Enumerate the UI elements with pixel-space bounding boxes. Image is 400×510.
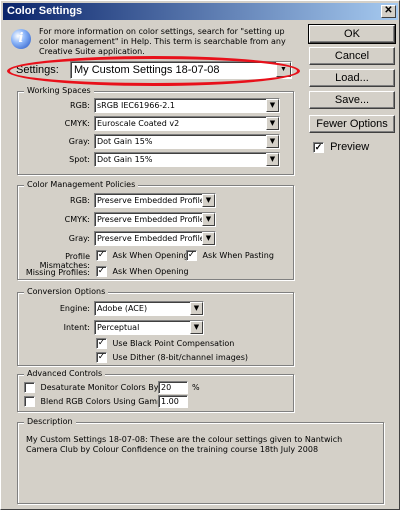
cm-gray-select[interactable]: Preserve Embedded Profiles ▼	[94, 231, 216, 246]
intent-select[interactable]: Perceptual ▼	[94, 320, 204, 335]
color-settings-dialog: Color Settings ✕ i For more information …	[0, 0, 400, 510]
black-point-checkbox[interactable]: ✓	[96, 338, 107, 349]
chevron-down-icon[interactable]: ▼	[266, 117, 279, 130]
blend-gamma-value: 1.00	[161, 397, 179, 406]
window-title: Color Settings	[7, 5, 83, 17]
chevron-down-icon[interactable]: ▼	[190, 321, 203, 334]
dither-row[interactable]: ✓ Use Dither (8-bit/channel images)	[96, 352, 248, 363]
preview-checkbox[interactable]: ✓	[313, 141, 324, 153]
fewer-options-button[interactable]: Fewer Options	[309, 115, 395, 133]
description-text: My Custom Settings 18-07-08: These are t…	[26, 435, 343, 454]
intent-value: Perceptual	[97, 323, 140, 332]
description-title: Description	[24, 417, 76, 426]
ws-spot-select[interactable]: Dot Gain 15% ▼	[94, 152, 280, 167]
blend-label: Blend RGB Colors Using Gamma:	[40, 397, 173, 406]
blend-row[interactable]: Blend RGB Colors Using Gamma:	[24, 396, 172, 407]
ws-rgb-value: sRGB IEC61966-2.1	[97, 101, 176, 110]
cm-cmyk-label: CMYK:	[64, 215, 90, 224]
color-management-group: Color Management Policies RGB: Preserve …	[17, 180, 294, 280]
mismatch-ask-pasting-row[interactable]: ✓ Ask When Pasting	[186, 250, 274, 261]
preview-checkbox-row[interactable]: ✓ Preview	[313, 141, 369, 153]
black-point-label: Use Black Point Compensation	[112, 339, 235, 348]
chevron-down-icon[interactable]: ▼	[266, 135, 279, 148]
cm-rgb-select[interactable]: Preserve Embedded Profiles ▼	[94, 193, 216, 208]
cancel-button-label: Cancel	[334, 50, 370, 62]
chevron-down-icon[interactable]: ▼	[202, 213, 215, 226]
dither-label: Use Dither (8-bit/channel images)	[112, 353, 249, 362]
close-button[interactable]: ✕	[381, 5, 396, 18]
desaturate-row[interactable]: Desaturate Monitor Colors By:	[24, 382, 161, 393]
mismatch-ask-opening-label: Ask When Opening	[112, 251, 189, 260]
engine-value: Adobe (ACE)	[97, 304, 148, 313]
ws-spot-value: Dot Gain 15%	[97, 155, 153, 164]
save-button[interactable]: Save...	[309, 91, 395, 109]
ws-gray-select[interactable]: Dot Gain 15% ▼	[94, 134, 280, 149]
missing-ask-opening-checkbox[interactable]: ✓	[96, 266, 107, 277]
description-group: Description My Custom Settings 18-07-08:…	[17, 417, 384, 504]
save-button-label: Save...	[334, 94, 370, 106]
cm-gray-label: Gray:	[68, 234, 90, 243]
black-point-row[interactable]: ✓ Use Black Point Compensation	[96, 338, 234, 349]
desaturate-value: 20	[161, 383, 172, 392]
ws-cmyk-value: Euroscale Coated v2	[97, 119, 180, 128]
conversion-options-group: Conversion Options Engine: Adobe (ACE) ▼…	[17, 287, 294, 366]
cm-rgb-value: Preserve Embedded Profiles	[97, 196, 209, 205]
cancel-button[interactable]: Cancel	[309, 47, 395, 65]
chevron-down-icon[interactable]: ▼	[266, 153, 279, 166]
advanced-controls-group: Advanced Controls Desaturate Monitor Col…	[17, 369, 294, 412]
missing-ask-opening-label: Ask When Opening	[112, 267, 189, 276]
intent-label: Intent:	[63, 323, 90, 332]
color-management-title: Color Management Policies	[24, 180, 139, 189]
blend-checkbox[interactable]	[24, 396, 35, 407]
percent-unit: %	[192, 383, 200, 392]
ws-gray-label: Gray:	[68, 137, 90, 146]
load-button-label: Load...	[335, 72, 369, 84]
working-spaces-group: Working Spaces RGB: sRGB IEC61966-2.1 ▼ …	[17, 86, 294, 175]
ws-rgb-label: RGB:	[70, 101, 90, 110]
cm-cmyk-value: Preserve Embedded Profiles	[97, 215, 209, 224]
chevron-down-icon[interactable]: ▼	[202, 232, 215, 245]
chevron-down-icon[interactable]: ▼	[266, 99, 279, 112]
info-text: For more information on color settings, …	[39, 27, 286, 56]
ok-button-label: OK	[344, 28, 360, 40]
chevron-down-icon[interactable]: ▼	[190, 302, 203, 315]
load-button[interactable]: Load...	[309, 69, 395, 87]
dither-checkbox[interactable]: ✓	[96, 352, 107, 363]
cm-cmyk-select[interactable]: Preserve Embedded Profiles ▼	[94, 212, 216, 227]
mismatch-ask-opening-row[interactable]: ✓ Ask When Opening	[96, 250, 189, 261]
close-icon: ✕	[384, 5, 393, 16]
desaturate-checkbox[interactable]	[24, 382, 35, 393]
highlight-ellipse	[7, 56, 300, 86]
chevron-down-icon[interactable]: ▼	[202, 194, 215, 207]
ws-gray-value: Dot Gain 15%	[97, 137, 153, 146]
missing-ask-opening-row[interactable]: ✓ Ask When Opening	[96, 266, 189, 277]
cm-gray-value: Preserve Embedded Profiles	[97, 234, 209, 243]
cm-rgb-label: RGB:	[70, 196, 90, 205]
engine-label: Engine:	[59, 304, 90, 313]
working-spaces-title: Working Spaces	[24, 86, 94, 95]
fewer-options-label: Fewer Options	[316, 118, 388, 130]
engine-select[interactable]: Adobe (ACE) ▼	[94, 301, 204, 316]
preview-label: Preview	[330, 141, 370, 153]
ok-button[interactable]: OK	[308, 24, 396, 44]
desaturate-input[interactable]: 20	[158, 381, 188, 394]
title-bar[interactable]: Color Settings ✕	[3, 3, 398, 20]
mismatch-ask-pasting-checkbox[interactable]: ✓	[186, 250, 197, 261]
mismatch-ask-pasting-label: Ask When Pasting	[202, 251, 274, 260]
missing-profiles-label: Missing Profiles:	[25, 268, 90, 277]
mismatch-ask-opening-checkbox[interactable]: ✓	[96, 250, 107, 261]
ws-cmyk-label: CMYK:	[64, 119, 90, 128]
ws-rgb-select[interactable]: sRGB IEC61966-2.1 ▼	[94, 98, 280, 113]
conversion-options-title: Conversion Options	[24, 287, 109, 296]
info-icon: i	[11, 29, 31, 49]
advanced-controls-title: Advanced Controls	[24, 369, 106, 378]
desaturate-label: Desaturate Monitor Colors By:	[40, 383, 161, 392]
blend-gamma-input[interactable]: 1.00	[158, 395, 188, 408]
ws-cmyk-select[interactable]: Euroscale Coated v2 ▼	[94, 116, 280, 131]
ws-spot-label: Spot:	[69, 155, 90, 164]
